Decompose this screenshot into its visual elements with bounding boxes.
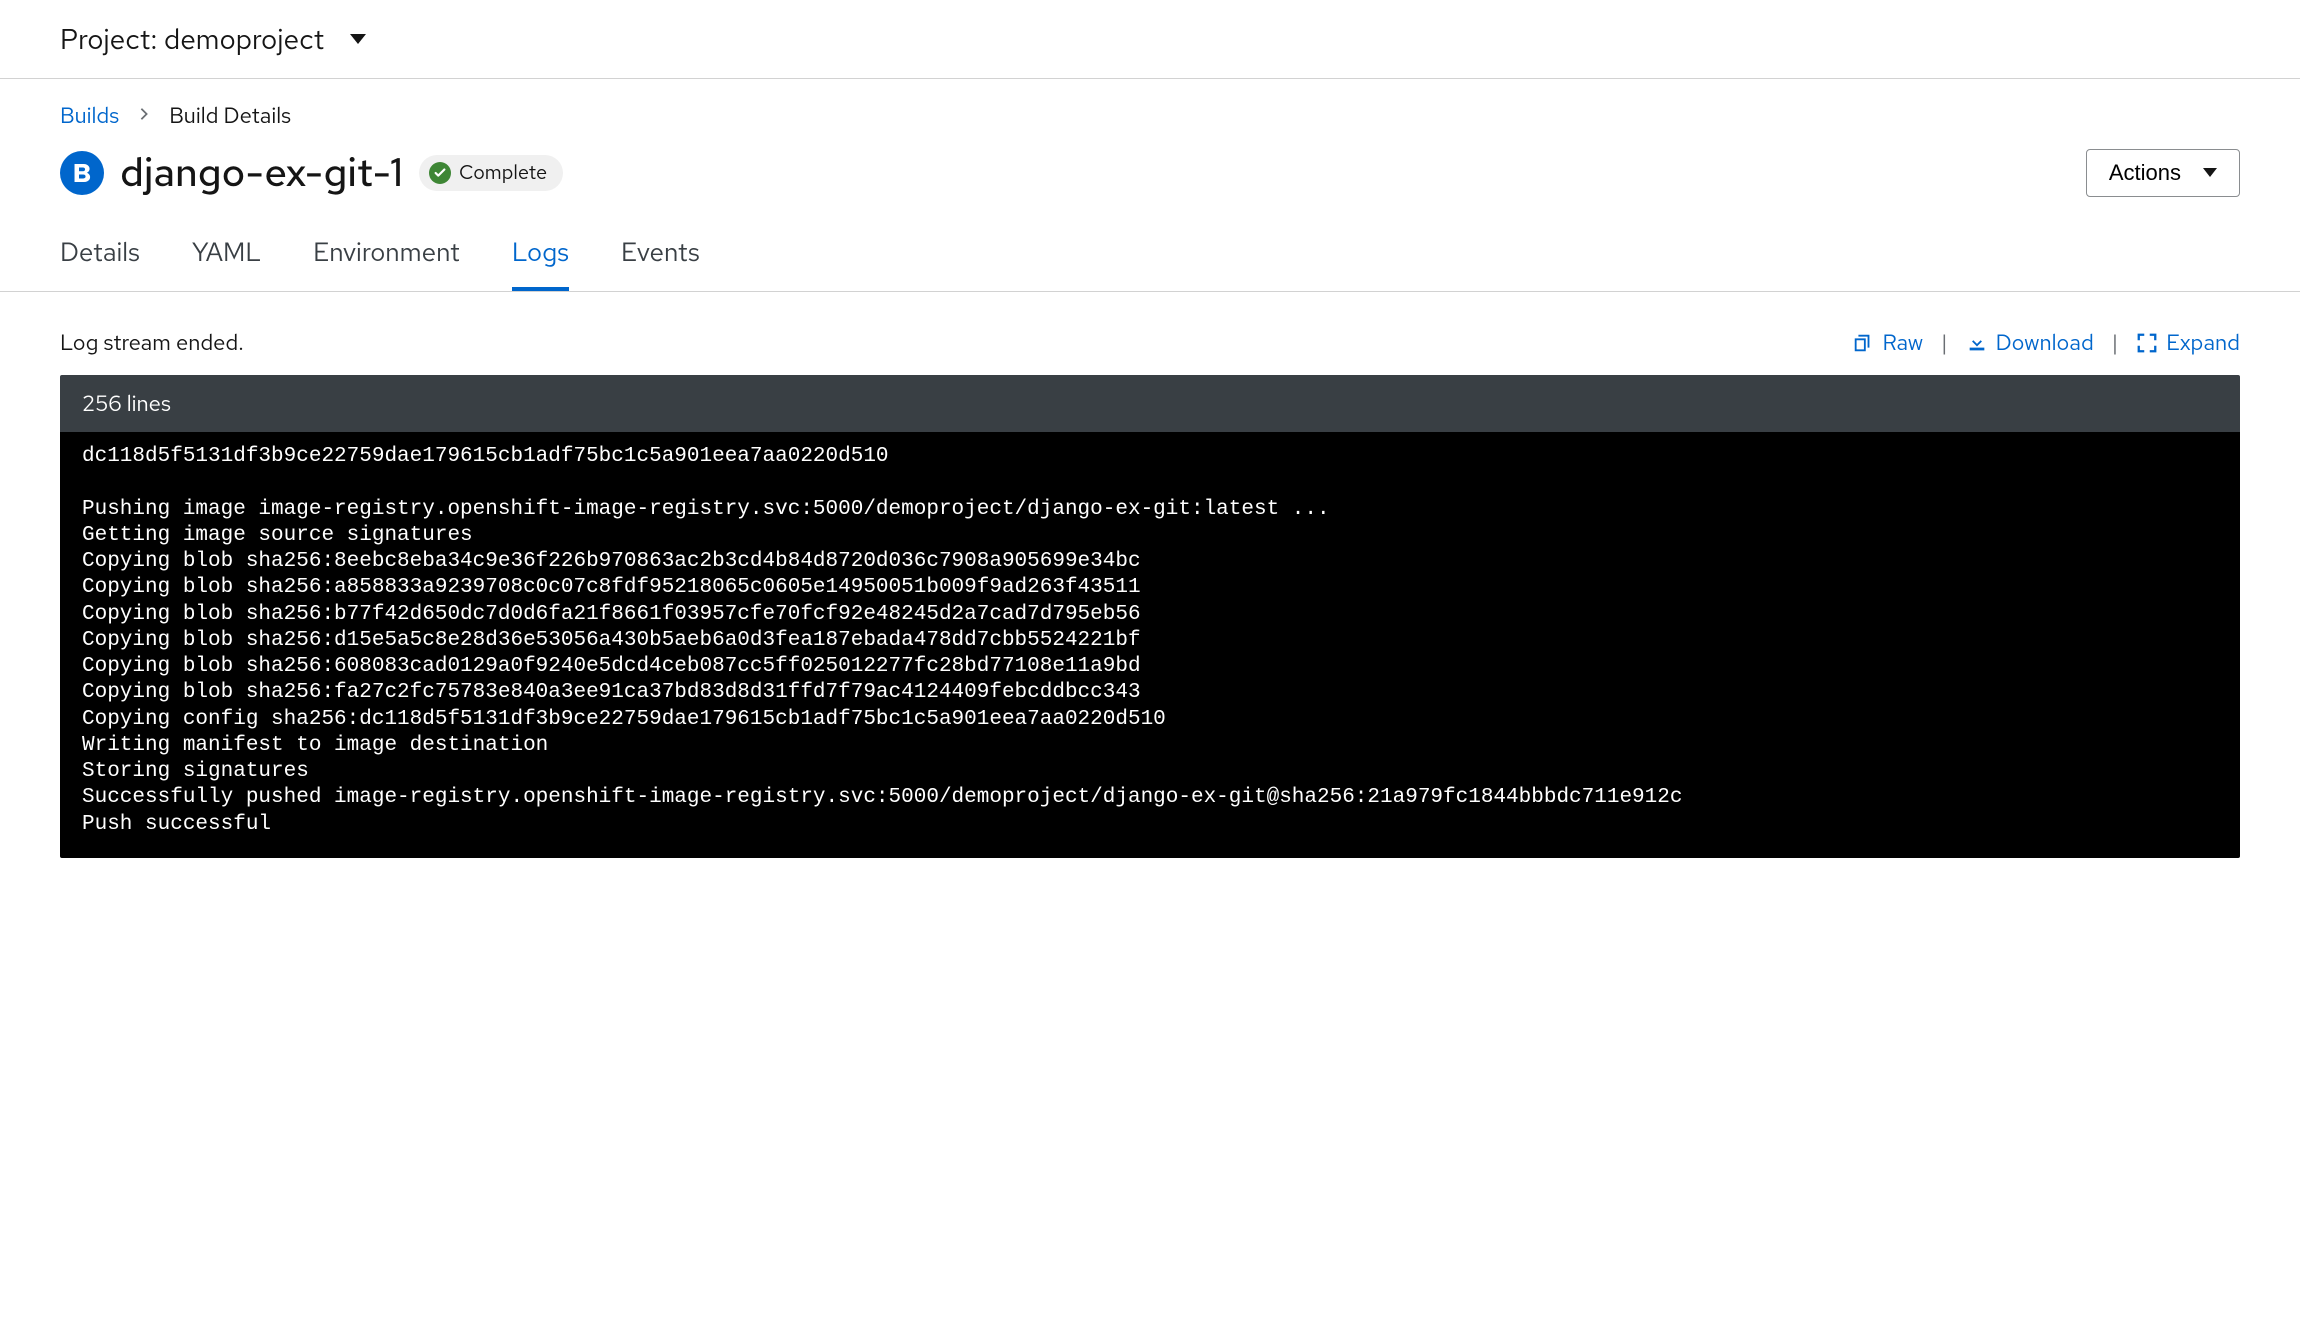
- tabs: Details YAML Environment Logs Events: [0, 199, 2300, 292]
- expand-button[interactable]: Expand: [2136, 328, 2240, 357]
- breadcrumb-current: Build Details: [169, 101, 291, 130]
- tab-yaml[interactable]: YAML: [192, 235, 261, 291]
- tab-environment[interactable]: Environment: [313, 235, 460, 291]
- page-title: django-ex-git-1: [120, 146, 403, 199]
- build-type-badge: B: [60, 151, 104, 195]
- log-line-count: 256 lines: [60, 375, 2240, 432]
- tab-details[interactable]: Details: [60, 235, 140, 291]
- actions-dropdown[interactable]: Actions: [2086, 149, 2240, 197]
- download-label: Download: [1996, 328, 2094, 357]
- raw-label: Raw: [1882, 328, 1923, 357]
- status-badge: Complete: [419, 155, 563, 191]
- expand-icon: [2136, 332, 2158, 354]
- project-selector[interactable]: Project: demoproject: [60, 20, 366, 58]
- title-left: B django-ex-git-1 Complete: [60, 146, 563, 199]
- divider: |: [1941, 328, 1947, 357]
- check-circle-icon: [429, 162, 451, 184]
- caret-down-icon: [350, 34, 366, 44]
- log-topbar: Log stream ended. Raw | Download | Ex: [60, 328, 2240, 357]
- chevron-right-icon: [137, 105, 151, 126]
- caret-down-icon: [2203, 168, 2217, 177]
- raw-button[interactable]: Raw: [1852, 328, 1923, 357]
- log-output: dc118d5f5131df3b9ce22759dae179615cb1adf7…: [60, 432, 2240, 858]
- project-label: Project: demoproject: [60, 20, 324, 58]
- log-section: Log stream ended. Raw | Download | Ex: [0, 292, 2300, 870]
- project-bar: Project: demoproject: [0, 0, 2300, 79]
- log-actions: Raw | Download | Expand: [1852, 328, 2240, 357]
- log-box: 256 lines dc118d5f5131df3b9ce22759dae179…: [60, 375, 2240, 858]
- badge-letter: B: [73, 156, 92, 190]
- title-row: B django-ex-git-1 Complete Actions: [60, 146, 2240, 199]
- tab-events[interactable]: Events: [621, 235, 700, 291]
- tab-logs[interactable]: Logs: [512, 235, 569, 291]
- status-text: Complete: [459, 160, 547, 186]
- breadcrumb-root-link[interactable]: Builds: [60, 101, 119, 130]
- breadcrumb: Builds Build Details: [60, 101, 2240, 130]
- copy-icon: [1852, 332, 1874, 354]
- log-scroll-container[interactable]: dc118d5f5131df3b9ce22759dae179615cb1adf7…: [60, 432, 2240, 858]
- actions-label: Actions: [2109, 160, 2181, 186]
- download-button[interactable]: Download: [1966, 328, 2094, 357]
- download-icon: [1966, 332, 1988, 354]
- expand-label: Expand: [2166, 328, 2240, 357]
- log-status-text: Log stream ended.: [60, 328, 244, 357]
- divider: |: [2112, 328, 2118, 357]
- page-header: Builds Build Details B django-ex-git-1 C…: [0, 79, 2300, 199]
